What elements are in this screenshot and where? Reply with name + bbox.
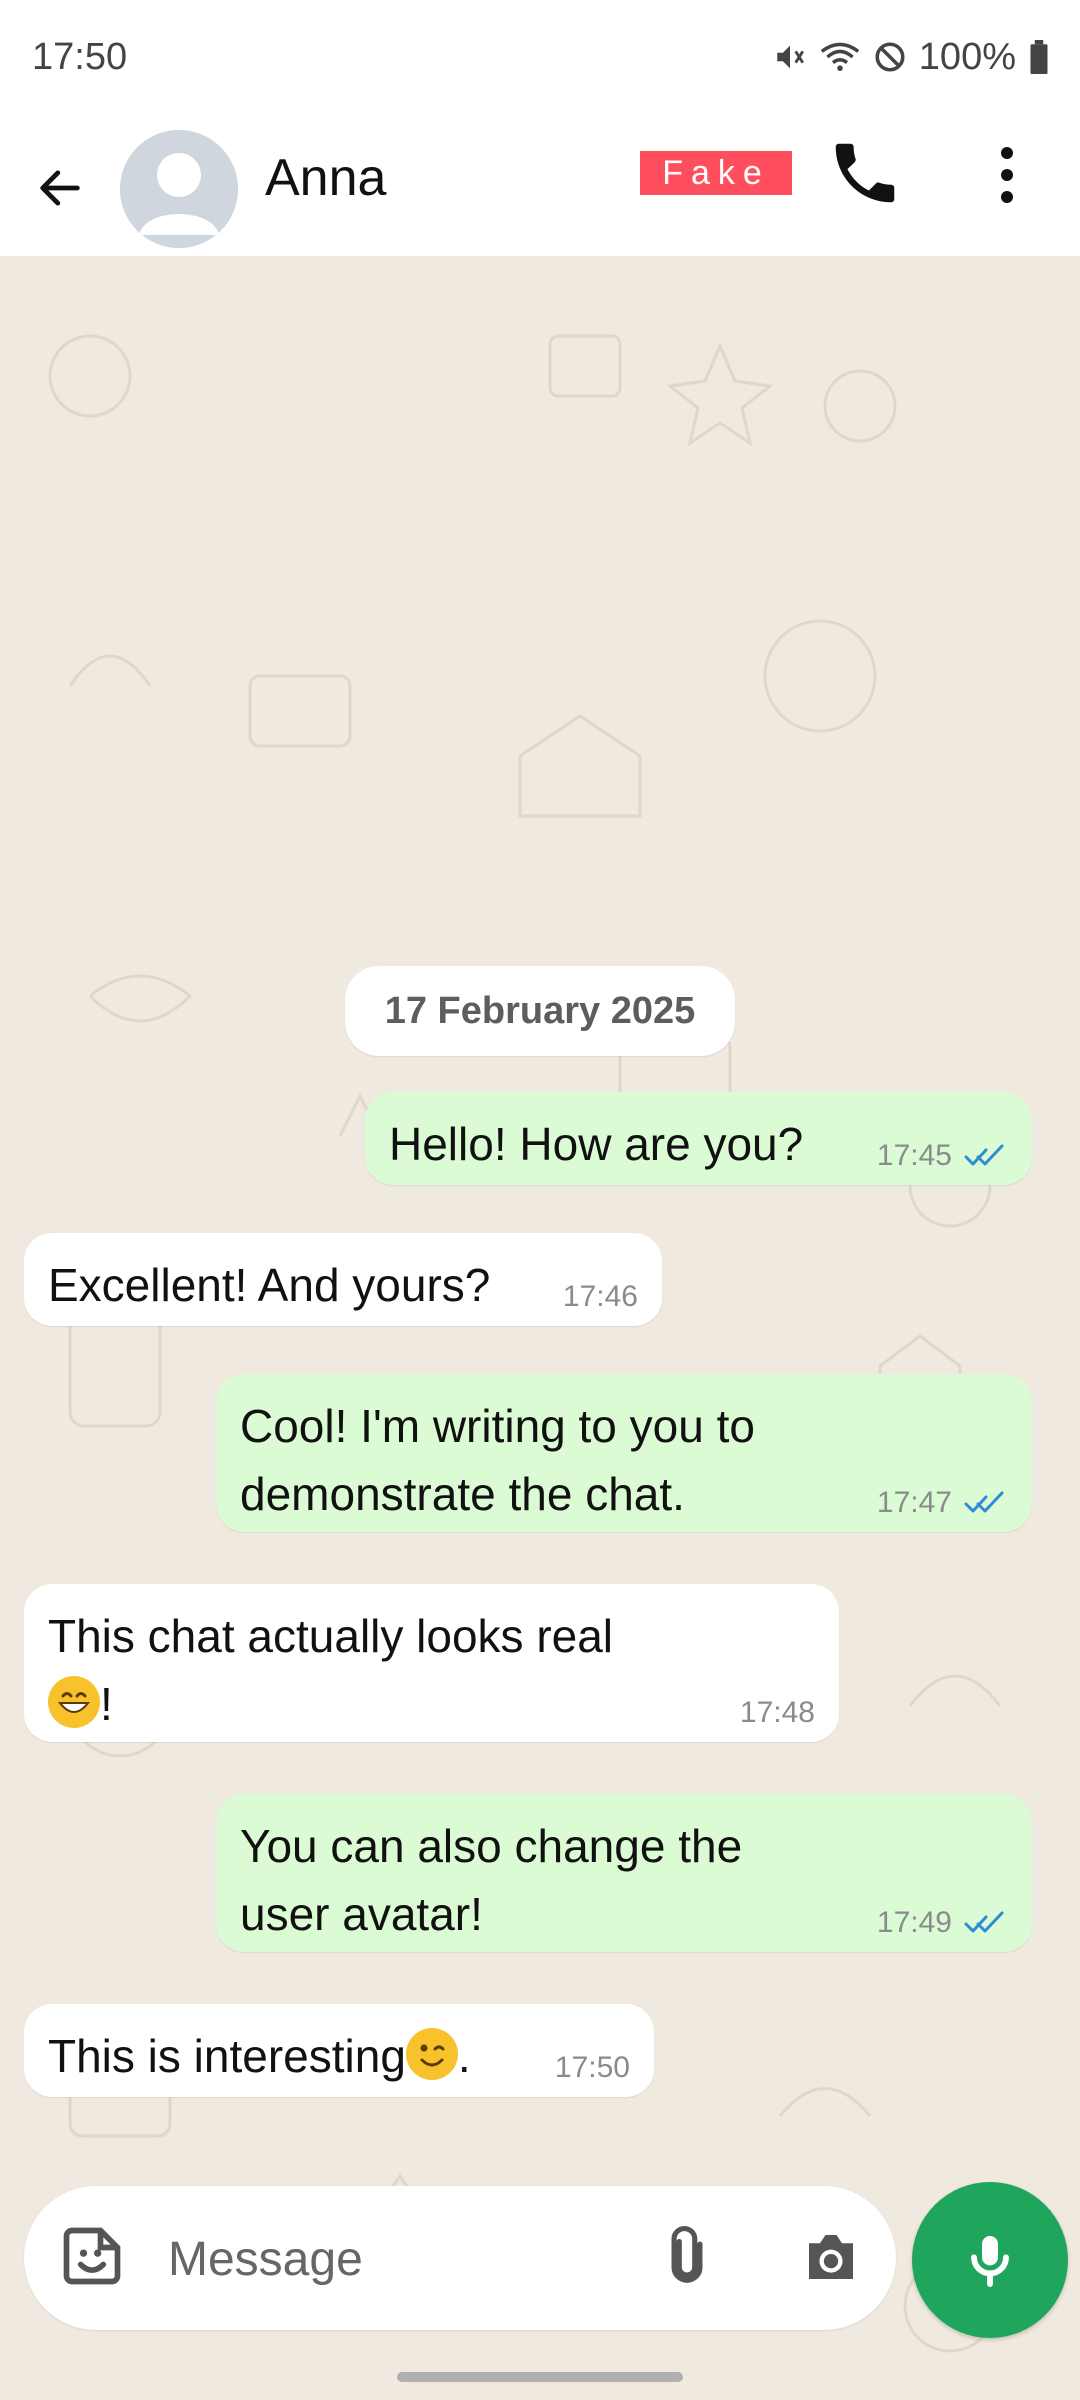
more-options-button[interactable]	[982, 136, 1032, 214]
message-meta: 17:46	[563, 1280, 638, 1314]
home-indicator[interactable]	[397, 2372, 683, 2382]
chat-header: Anna Fake	[0, 120, 1080, 257]
voice-message-button[interactable]	[912, 2182, 1068, 2338]
more-vertical-icon	[1001, 191, 1013, 203]
camera-icon	[809, 2235, 853, 2279]
message-time: 17:47	[876, 1486, 952, 1519]
message-input[interactable]	[166, 2222, 590, 2296]
message-text-main: This is interesting	[48, 2030, 406, 2082]
winking-face-icon	[405, 2028, 458, 2080]
status-bar: 17:50 100%	[0, 0, 1080, 120]
user-avatar-icon	[120, 130, 238, 248]
mute-icon	[777, 45, 804, 69]
message-meta: 17:50	[555, 2051, 630, 2085]
phone-icon	[835, 143, 895, 203]
message-time: 17:49	[876, 1906, 952, 1939]
message-bubble-incoming[interactable]: This chat actually looks real ! 17:48	[24, 1584, 839, 1742]
battery-icon	[1030, 40, 1048, 74]
message-meta: 17:47	[877, 1486, 1008, 1520]
microphone-icon	[971, 2236, 1009, 2287]
more-vertical-icon	[1001, 147, 1013, 159]
avatar[interactable]	[120, 130, 238, 248]
message-time: 17:50	[554, 2051, 630, 2084]
read-receipt-icon	[964, 1910, 1008, 1936]
message-text: This is interesting .	[48, 2022, 471, 2090]
grinning-face-icon	[48, 1676, 100, 1728]
contact-name[interactable]: Anna	[265, 148, 386, 208]
message-bubble-incoming[interactable]: Excellent! And yours? 17:46	[24, 1233, 662, 1326]
message-text: This chat actually looks real !	[48, 1602, 688, 1738]
read-receipt-icon	[964, 1490, 1008, 1516]
status-time: 17:50	[32, 36, 128, 78]
message-text-suffix: .	[457, 2030, 471, 2082]
status-icons: 100%	[773, 32, 1050, 82]
message-bubble-outgoing[interactable]: You can also change the user avatar! 17:…	[216, 1794, 1032, 1952]
attach-button[interactable]	[656, 2220, 718, 2294]
message-meta: 17:48	[740, 1696, 815, 1730]
wifi-icon	[820, 42, 860, 71]
message-meta: 17:49	[877, 1906, 1008, 1940]
message-text: Excellent! And yours?	[48, 1259, 491, 1311]
message-text: You can also change the user avatar!	[240, 1820, 743, 1940]
message-text: Cool! I'm writing to you to demonstrate …	[240, 1400, 755, 1520]
message-bubble-incoming[interactable]: This is interesting . 17:50	[24, 2004, 654, 2097]
more-vertical-icon	[1001, 169, 1013, 181]
message-bubble-outgoing[interactable]: Hello! How are you? 17:45	[365, 1092, 1032, 1185]
read-receipt-icon	[964, 1143, 1008, 1169]
battery-level: 100%	[918, 35, 1016, 78]
call-button[interactable]	[826, 134, 904, 212]
message-time: 17:46	[562, 1280, 638, 1313]
date-separator: 17 February 2025	[345, 966, 735, 1056]
message-text-suffix: !	[100, 1678, 113, 1730]
sticker-button[interactable]	[58, 2222, 126, 2290]
fake-badge: Fake	[640, 151, 792, 195]
arrow-left-icon	[40, 170, 80, 206]
message-time: 17:48	[739, 1696, 815, 1729]
message-bubble-outgoing[interactable]: Cool! I'm writing to you to demonstrate …	[216, 1374, 1032, 1532]
sticker-icon	[63, 2227, 121, 2285]
do-not-disturb-icon	[875, 42, 905, 72]
message-text: Hello! How are you?	[389, 1118, 804, 1170]
chat-area[interactable]: 17 February 2025 Hello! How are you? 17:…	[0, 256, 1080, 2400]
back-button[interactable]	[30, 138, 90, 238]
paperclip-icon	[671, 2226, 703, 2283]
message-composer	[24, 2186, 896, 2330]
camera-button[interactable]	[794, 2224, 868, 2290]
message-time: 17:45	[876, 1139, 952, 1172]
message-meta: 17:45	[877, 1139, 1008, 1173]
message-text-main: This chat actually looks real	[48, 1610, 614, 1662]
